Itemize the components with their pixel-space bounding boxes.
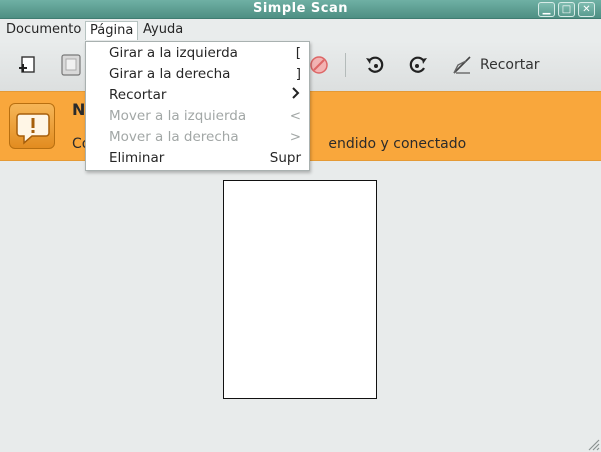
menu-item-label: Recortar — [109, 87, 167, 103]
crop-icon — [453, 56, 471, 74]
maximize-icon: □ — [561, 4, 572, 15]
new-page-icon — [19, 56, 35, 73]
menu-item-rotate-left[interactable]: Girar a la izquierda [ — [86, 43, 309, 64]
rotate-left-icon — [366, 56, 384, 73]
new-page-button[interactable] — [15, 52, 41, 78]
menu-item-rotate-right[interactable]: Girar a la derecha ] — [86, 64, 309, 85]
menu-item-label: Girar a la derecha — [109, 66, 231, 82]
chevron-right-icon — [291, 86, 301, 104]
menu-item-label: Eliminar — [109, 150, 165, 166]
menu-item-delete[interactable]: Eliminar Supr — [86, 148, 309, 169]
stop-icon — [310, 56, 328, 74]
minimize-icon: ▁ — [542, 4, 551, 15]
menu-item-label: Mover a la derecha — [109, 129, 239, 145]
page-menu-dropdown: Girar a la izquierda [ Girar a la derech… — [85, 41, 310, 171]
resize-grip-icon[interactable] — [586, 437, 600, 451]
close-button[interactable]: ✕ — [578, 2, 595, 17]
menu-item-move-right: Mover a la derecha > — [86, 127, 309, 148]
info-icon — [9, 103, 55, 149]
close-icon: ✕ — [582, 4, 591, 15]
maximize-button[interactable]: □ — [558, 2, 575, 17]
crop-label[interactable]: Recortar — [480, 57, 540, 73]
scan-button[interactable] — [58, 52, 84, 78]
window-title: Simple Scan — [252, 1, 349, 16]
rotate-right-icon — [409, 56, 427, 73]
toolbar-separator — [345, 53, 346, 77]
menu-pagina[interactable]: Página — [85, 21, 139, 40]
menu-item-shortcut: > — [289, 129, 301, 145]
menu-documento[interactable]: Documento — [2, 21, 85, 40]
menu-item-move-left: Mover a la izquierda < — [86, 106, 309, 127]
title-bar: Simple Scan ▁ □ ✕ — [0, 0, 601, 19]
crop-button[interactable] — [449, 52, 475, 78]
menu-ayuda[interactable]: Ayuda — [139, 21, 187, 40]
menu-item-shortcut: < — [289, 108, 301, 124]
rotate-right-button[interactable] — [405, 52, 431, 78]
menu-item-crop[interactable]: Recortar — [86, 85, 309, 106]
menu-item-label: Girar a la izquierda — [109, 45, 238, 61]
rotate-left-button[interactable] — [362, 52, 388, 78]
menu-item-label: Mover a la izquierda — [109, 108, 247, 124]
menu-item-shortcut: [ — [295, 45, 301, 61]
menu-item-shortcut: Supr — [269, 150, 301, 166]
minimize-button[interactable]: ▁ — [538, 2, 555, 17]
scan-icon — [61, 54, 81, 76]
menu-item-shortcut: ] — [295, 66, 301, 82]
scanned-page-preview[interactable] — [223, 180, 377, 399]
info-message-end: endido y conectado — [328, 136, 467, 152]
menu-bar: Documento Página Ayuda — [0, 19, 601, 41]
